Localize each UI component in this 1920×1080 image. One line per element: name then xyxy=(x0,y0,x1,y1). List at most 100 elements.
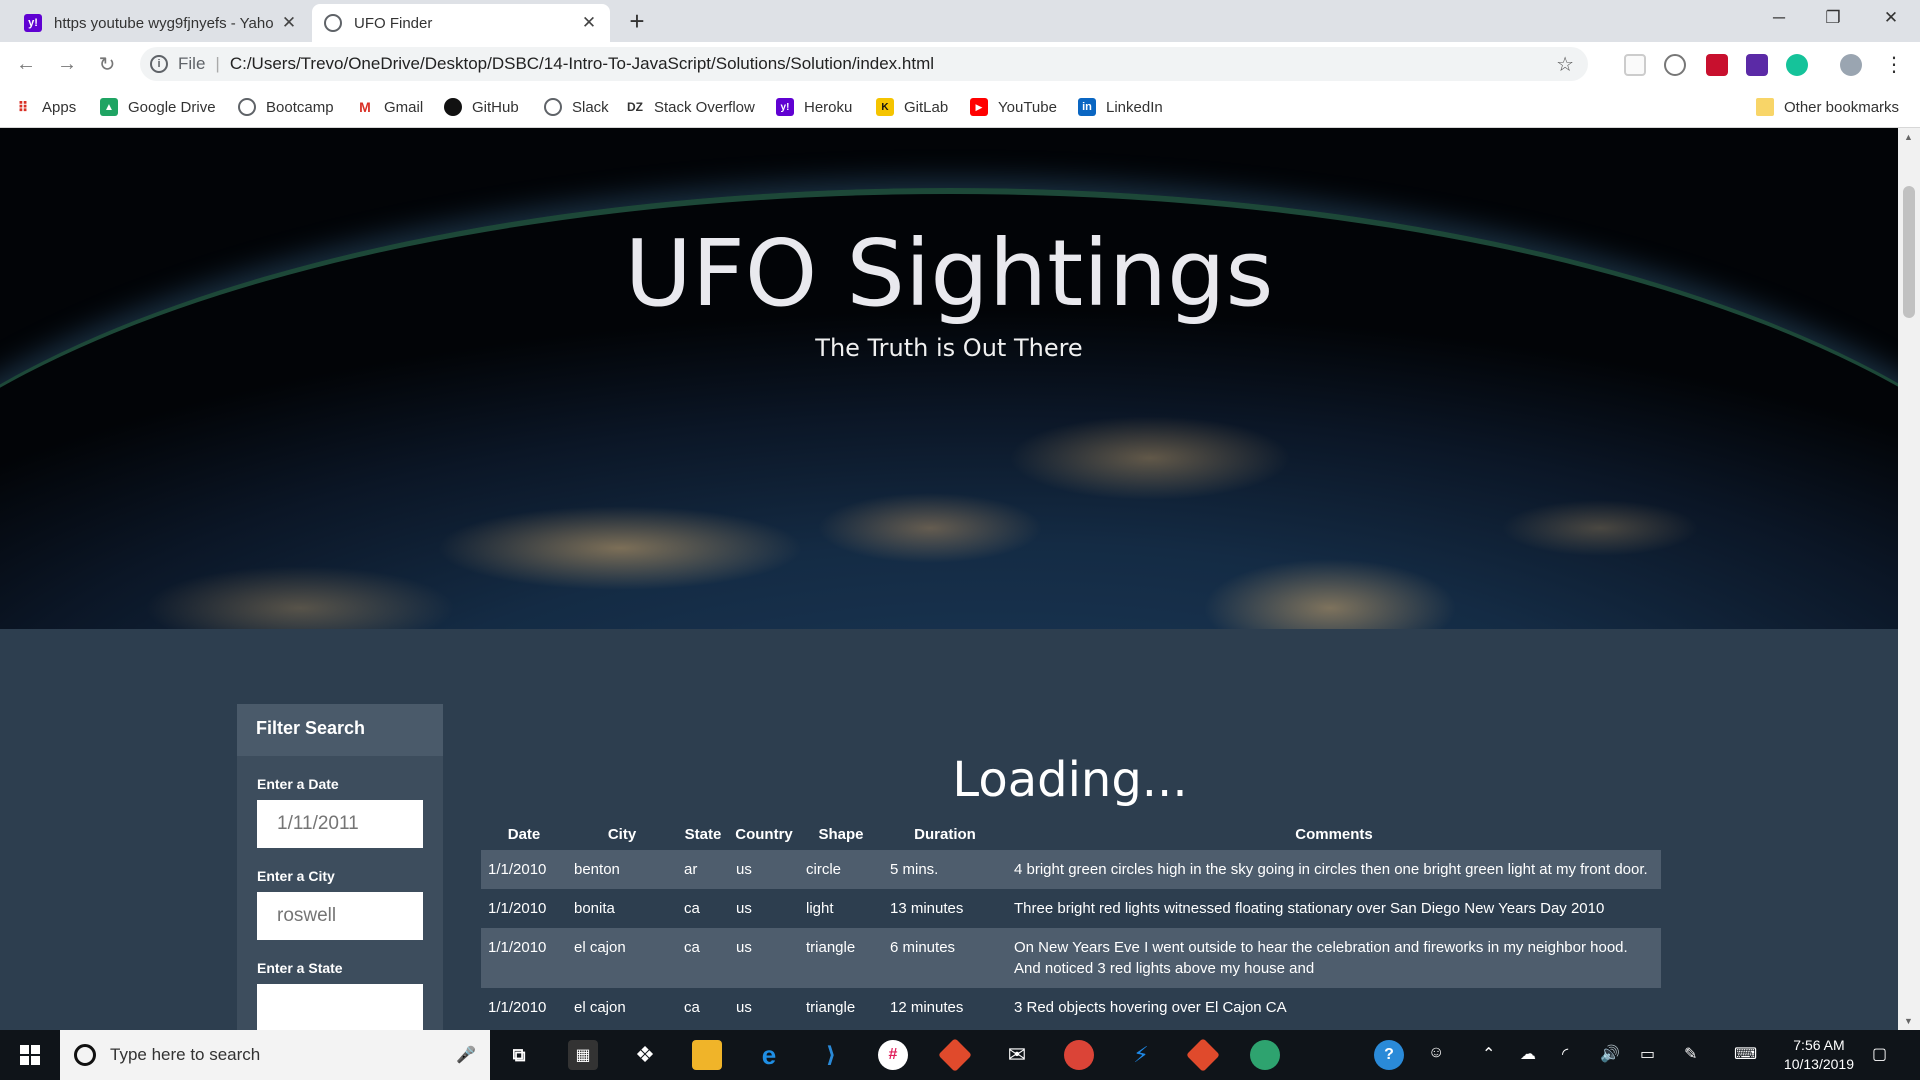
bookmark-star-icon[interactable]: ☆ xyxy=(1556,52,1574,77)
page-scrollbar[interactable]: ▲ ▼ xyxy=(1898,128,1920,1030)
bookmark-gitlab[interactable]: K GitLab xyxy=(876,94,948,120)
edge-icon[interactable]: e xyxy=(754,1040,784,1070)
mail-icon[interactable]: ✉ xyxy=(1002,1040,1032,1070)
tab-title: UFO Finder xyxy=(354,14,433,32)
bookmark-label: Stack Overflow xyxy=(654,98,755,116)
microphone-icon[interactable]: 🎤 xyxy=(456,1045,476,1065)
vscode-icon[interactable]: ⟩ xyxy=(816,1040,846,1070)
cell-state: ca xyxy=(677,988,729,1027)
cell-state: ar xyxy=(677,850,729,889)
header-comments: Comments xyxy=(1295,825,1373,843)
bookmark-other[interactable]: Other bookmarks xyxy=(1756,94,1899,120)
tab-ufo-finder[interactable]: UFO Finder ✕ xyxy=(312,4,610,42)
pen-icon[interactable]: ✎ xyxy=(1684,1044,1697,1064)
cell-state: ca xyxy=(677,928,729,988)
chevron-up-icon[interactable]: ⌃ xyxy=(1482,1044,1495,1064)
close-tab-icon[interactable]: ✕ xyxy=(580,13,598,33)
help-icon[interactable]: ? xyxy=(1374,1040,1404,1070)
bookmark-stack-overflow[interactable]: DZ Stack Overflow xyxy=(626,94,755,120)
git-icon[interactable] xyxy=(1186,1038,1220,1072)
cell-shape: light xyxy=(799,889,883,928)
task-view-icon[interactable]: ⧉ xyxy=(504,1040,534,1070)
back-icon[interactable]: ← xyxy=(12,50,40,78)
extension-icon[interactable] xyxy=(1624,54,1646,76)
ufo-table: Date City State Country Shape Duration C… xyxy=(481,818,1661,1027)
minimize-icon[interactable]: ─ xyxy=(1752,0,1806,36)
cell-comments: On New Years Eve I went outside to hear … xyxy=(1007,928,1661,988)
mcafee-icon[interactable] xyxy=(1706,54,1728,76)
windows-start-button[interactable] xyxy=(0,1030,60,1080)
bookmark-google-drive[interactable]: ▲ Google Drive xyxy=(100,94,216,120)
browser-toolbar: ← → ↻ i File | C:/Users/Trevo/OneDrive/D… xyxy=(0,42,1920,86)
close-window-icon[interactable]: ✕ xyxy=(1864,0,1918,36)
github-icon xyxy=(444,98,462,116)
table-row: 1/1/2010 el cajon ca us triangle 6 minut… xyxy=(481,928,1661,988)
extension-icon[interactable] xyxy=(1664,54,1686,76)
date-input[interactable] xyxy=(257,800,423,848)
gmail-icon: M xyxy=(356,98,374,116)
bookmark-youtube[interactable]: ▶ YouTube xyxy=(970,94,1057,120)
volume-icon[interactable]: 🔊 xyxy=(1600,1044,1620,1064)
url-text[interactable]: C:/Users/Trevo/OneDrive/Desktop/DSBC/14-… xyxy=(230,54,934,74)
state-input[interactable] xyxy=(257,984,423,1032)
info-icon[interactable]: i xyxy=(150,55,168,73)
forward-icon[interactable]: → xyxy=(53,50,81,78)
battery-icon[interactable]: ▭ xyxy=(1640,1044,1655,1064)
clock-time: 7:56 AM xyxy=(1793,1037,1845,1053)
bookmark-apps[interactable]: ⠿ Apps xyxy=(14,94,76,120)
dropbox-icon[interactable]: ❖ xyxy=(630,1040,660,1070)
address-bar[interactable]: i File | C:/Users/Trevo/OneDrive/Desktop… xyxy=(140,47,1588,81)
bookmark-heroku[interactable]: y! Heroku xyxy=(776,94,852,120)
city-input[interactable] xyxy=(257,892,423,940)
restore-icon[interactable]: ❐ xyxy=(1806,0,1860,36)
bookmark-slack[interactable]: Slack xyxy=(544,94,609,120)
google-drive-icon: ▲ xyxy=(100,98,118,116)
chrome-icon[interactable] xyxy=(1064,1040,1094,1070)
file-explorer-icon[interactable] xyxy=(692,1040,722,1070)
scrollbar-thumb[interactable] xyxy=(1903,186,1915,318)
cell-duration: 6 minutes xyxy=(883,928,1007,988)
extension-icon[interactable] xyxy=(1746,54,1768,76)
keyboard-icon[interactable]: ⌨ xyxy=(1734,1044,1757,1064)
notification-icon[interactable]: ▢ xyxy=(1872,1044,1887,1064)
system-clock[interactable]: 7:56 AM 10/13/2019 xyxy=(1784,1036,1854,1074)
wifi-icon[interactable]: ◜ xyxy=(1562,1044,1568,1064)
bookmark-linkedin[interactable]: in LinkedIn xyxy=(1078,94,1163,120)
atom-icon[interactable] xyxy=(1250,1040,1280,1070)
taskbar-search[interactable]: Type here to search 🎤 xyxy=(60,1030,490,1080)
scroll-up-icon[interactable]: ▲ xyxy=(1904,132,1913,142)
dzone-icon: DZ xyxy=(626,98,644,116)
menu-icon[interactable]: ⋮ xyxy=(1880,50,1908,78)
tab-yahoo-search[interactable]: y! https youtube wyg9fjnyefs - Yaho ✕ xyxy=(12,4,310,42)
azure-icon[interactable]: ⚡ xyxy=(1126,1040,1156,1070)
tab-title: https youtube wyg9fjnyefs - Yaho xyxy=(54,14,274,32)
store-icon[interactable]: ▦ xyxy=(568,1040,598,1070)
header-duration: Duration xyxy=(914,825,976,843)
grammarly-icon[interactable] xyxy=(1786,54,1808,76)
city-label: Enter a City xyxy=(257,868,335,884)
new-tab-button[interactable]: + xyxy=(622,6,652,37)
scroll-down-icon[interactable]: ▼ xyxy=(1904,1016,1913,1026)
git-icon[interactable] xyxy=(938,1038,972,1072)
bookmark-bootcamp[interactable]: Bootcamp xyxy=(238,94,334,120)
avatar[interactable] xyxy=(1840,54,1862,76)
table-row: 1/1/2010 el cajon ca us triangle 12 minu… xyxy=(481,988,1661,1027)
cell-country: us xyxy=(729,889,799,928)
globe-icon xyxy=(238,98,256,116)
windows-taskbar: Type here to search 🎤 ⧉ ▦ ❖ e ⟩ # ✉ ⚡ ? … xyxy=(0,1030,1920,1080)
slack-icon[interactable]: # xyxy=(878,1040,908,1070)
reload-icon[interactable]: ↻ xyxy=(93,50,121,78)
bookmark-label: Google Drive xyxy=(128,98,216,116)
bookmarks-bar: ⠿ Apps ▲ Google Drive Bootcamp M Gmail G… xyxy=(0,86,1920,128)
people-icon[interactable]: ☺ xyxy=(1428,1044,1444,1062)
cell-shape: circle xyxy=(799,850,883,889)
bookmark-label: Heroku xyxy=(804,98,853,116)
bookmark-label: Other bookmarks xyxy=(1784,98,1900,116)
close-tab-icon[interactable]: ✕ xyxy=(280,13,298,33)
bookmark-github[interactable]: GitHub xyxy=(444,94,519,120)
cell-comments: Three bright red lights witnessed floati… xyxy=(1007,889,1661,928)
linkedin-icon: in xyxy=(1078,98,1096,116)
cell-country: us xyxy=(729,928,799,988)
bookmark-gmail[interactable]: M Gmail xyxy=(356,94,423,120)
onedrive-icon[interactable]: ☁ xyxy=(1520,1044,1536,1064)
